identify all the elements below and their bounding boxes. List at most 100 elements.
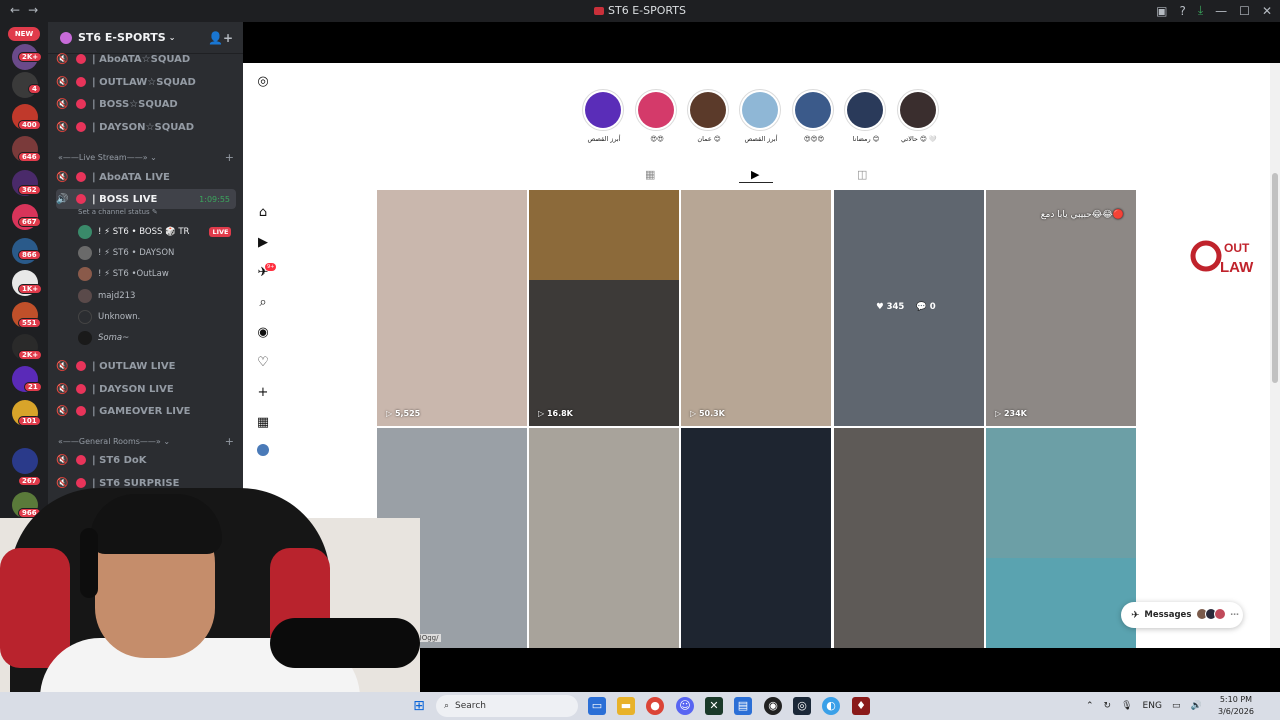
messages-icon[interactable]: ✈ 9+ [253, 263, 277, 283]
tab-tagged-icon[interactable]: ◫ [857, 168, 867, 181]
sync-icon[interactable]: ↻ [1104, 701, 1112, 711]
voice-channel[interactable]: 🔇 | OUTLAW☆SQUAD [56, 72, 236, 92]
download-icon[interactable]: ⤓ [1198, 3, 1203, 18]
create-plus-icon[interactable]: + [253, 383, 273, 403]
voice-channel[interactable]: 🔇 | GAMEOVER LIVE [56, 401, 236, 421]
channel-label: | DAYSON LIVE [92, 383, 174, 395]
reels-icon[interactable]: ▶ [253, 233, 273, 253]
voice-user[interactable]: majd213 [78, 287, 135, 305]
tab-posts-grid-icon[interactable]: ▦ [645, 168, 655, 181]
messages-button[interactable]: ✈ Messages ⋯ [1121, 602, 1243, 628]
voice-channel[interactable]: 🔇 | AboATA LIVE [56, 167, 236, 187]
language-indicator[interactable]: ENG [1143, 701, 1162, 711]
server-badge: 362 [18, 185, 41, 195]
reel-post[interactable] [529, 428, 679, 664]
voice-user[interactable]: Unknown. [78, 308, 140, 326]
reel-post[interactable]: ▷ 16.8K [529, 190, 679, 426]
highlight-image [795, 92, 831, 128]
highlight[interactable]: عمان 😊 [687, 89, 731, 143]
highlight[interactable]: 😍😍 [635, 89, 679, 143]
highlight[interactable]: رمضانا 😊 [844, 89, 888, 143]
network-icon[interactable]: ▭ [1172, 701, 1181, 711]
voice-channel[interactable]: 🔇 | BOSS☆SQUAD [56, 94, 236, 114]
reel-post[interactable]: حبيبي يابا دمع😂😂🔴 ▷ 234K [986, 190, 1136, 426]
user-name: Soma~ [98, 333, 130, 343]
steam-icon[interactable]: ◎ [793, 697, 811, 715]
help-icon[interactable]: ? [1179, 4, 1185, 18]
server-badge: 1K+ [18, 284, 43, 294]
live-badge: LIVE [209, 227, 232, 237]
highlight[interactable]: حالاتي 😊 🤍 [897, 89, 941, 143]
highlight-ring [792, 89, 834, 131]
highlight[interactable]: أبرز القصص [739, 89, 783, 143]
tab-reels-icon[interactable]: ▶ [751, 168, 759, 181]
scrollbar-thumb[interactable] [1272, 173, 1278, 383]
obs-icon[interactable]: ◉ [764, 697, 782, 715]
notifications-heart-icon[interactable]: ♡ [253, 353, 273, 373]
chevron-up-icon[interactable]: ⌃ [1086, 701, 1094, 711]
category-live-stream[interactable]: «——Live Stream——» ⌄ + [58, 151, 234, 164]
reel-post[interactable] [986, 428, 1136, 664]
volume-icon[interactable]: 🔊 [1190, 701, 1201, 711]
voice-channel[interactable]: 🔇 | DAYSON LIVE [56, 379, 236, 399]
edge-icon[interactable]: ◐ [822, 697, 840, 715]
search-icon: ⌕ [444, 701, 450, 711]
voice-user[interactable]: ! ⚡ ST6 •OutLaw [78, 265, 169, 283]
riot-icon[interactable]: ♦ [852, 697, 870, 715]
reel-post[interactable]: ▷ 5,525 [377, 190, 527, 426]
voice-channel[interactable]: 🔇 | OUTLAW LIVE [56, 356, 236, 376]
taskbar-search[interactable]: ⌕ Search [436, 695, 578, 717]
reel-post[interactable] [681, 428, 831, 664]
add-channel-icon[interactable]: + [225, 151, 234, 164]
home-icon[interactable]: ⌂ [253, 203, 273, 223]
microphone [270, 618, 420, 668]
highlight[interactable]: 😍😍😍 [792, 89, 836, 143]
voice-user[interactable]: ! ⚡ ST6 • DAYSON [78, 244, 174, 262]
voice-channel[interactable]: 🔇 | AboATA☆SQUAD [56, 49, 236, 69]
add-member-icon[interactable]: 👤+ [208, 31, 233, 45]
chrome-icon[interactable]: ● [646, 697, 664, 715]
post-stats: ♥ 345 💬 0 [876, 302, 936, 312]
explore-icon[interactable]: ◉ [253, 323, 273, 343]
highlight-ring [844, 89, 886, 131]
reel-post-hovered[interactable]: ♥ 345 💬 0 [834, 190, 984, 426]
reel-post[interactable]: ▷ 50.3K [681, 190, 831, 426]
discord-icon[interactable]: ☺ [676, 697, 694, 715]
voice-user[interactable]: Soma~ [78, 329, 129, 347]
channel-status[interactable]: Set a channel status ✎ [78, 208, 158, 216]
highlight[interactable]: أبرز القصص [582, 89, 626, 143]
close-icon[interactable]: ✕ [1262, 4, 1272, 18]
task-view-icon[interactable]: ▭ [588, 697, 606, 715]
xbox-icon[interactable]: ✕ [705, 697, 723, 715]
chevron-down-icon: ⌄ [168, 33, 176, 42]
category-general-rooms[interactable]: «——General Rooms——» ⌄ + [58, 435, 234, 448]
highlight-image [585, 92, 621, 128]
reel-post[interactable] [834, 428, 984, 664]
search-icon[interactable]: ⌕ [253, 293, 273, 313]
inbox-icon[interactable]: ▣ [1156, 4, 1167, 18]
voice-user[interactable]: ! ⚡ ST6 • BOSS 🎲 TR LIVE [78, 223, 232, 241]
photos-icon[interactable]: ▤ [734, 697, 752, 715]
scrollbar[interactable] [1270, 63, 1280, 648]
voice-channel[interactable]: 🔇 | DAYSON☆SQUAD [56, 117, 236, 137]
voice-channel[interactable]: 🔇 | ST6 DoK [56, 450, 236, 470]
voice-channel-active[interactable]: 🔊 | BOSS LIVE 1:09:55 [56, 189, 236, 209]
server-icon[interactable] [12, 448, 38, 474]
add-channel-icon[interactable]: + [225, 435, 234, 448]
highlight-label: 😍😍 [650, 135, 664, 143]
view-count: ▷ 50.3K [690, 409, 725, 418]
clock[interactable]: 5:10 PM 3/6/2026 [1218, 694, 1254, 718]
headset [80, 528, 98, 598]
windows-start-icon[interactable]: ⊞ [410, 697, 428, 715]
dashboard-icon[interactable]: ▦ [253, 413, 273, 433]
minimize-icon[interactable]: — [1215, 4, 1227, 18]
avatar [1214, 607, 1227, 620]
profile-avatar-icon[interactable] [253, 443, 273, 463]
instagram-icon[interactable]: ◎ [253, 72, 273, 92]
maximize-icon[interactable]: ☐ [1239, 4, 1250, 18]
highlight-ring [739, 89, 781, 131]
mic-icon[interactable]: 🎙 [1121, 701, 1132, 711]
new-pill-top[interactable]: NEW [8, 27, 40, 41]
app-logo-icon [594, 7, 605, 15]
file-explorer-icon[interactable]: ▬ [617, 697, 635, 715]
